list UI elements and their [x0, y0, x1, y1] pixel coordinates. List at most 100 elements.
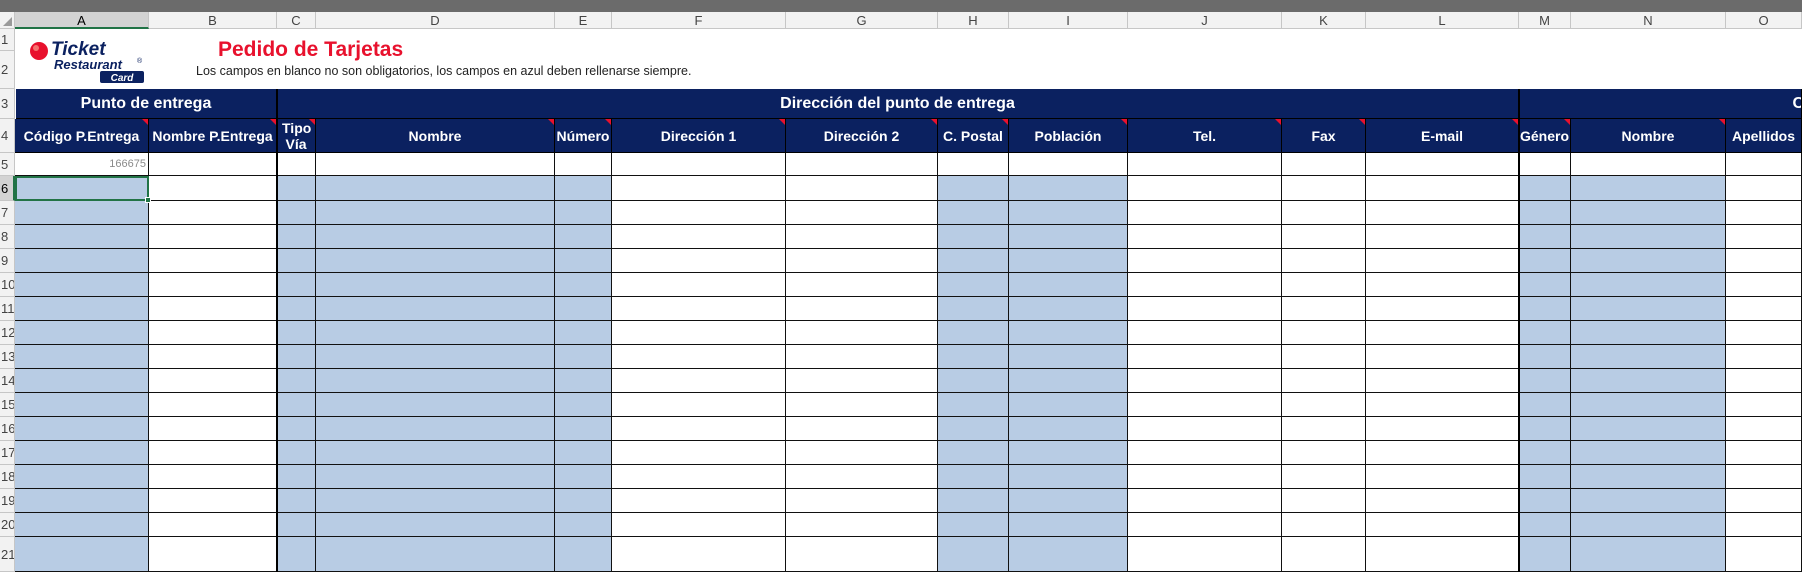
cell-c18[interactable] — [277, 465, 316, 489]
cell-j12[interactable] — [1128, 321, 1282, 345]
cell-e7[interactable] — [555, 201, 612, 225]
cell-o10[interactable] — [1726, 273, 1802, 297]
cell-g13[interactable] — [786, 345, 938, 369]
cell-n11[interactable] — [1571, 297, 1726, 321]
cell-i6[interactable] — [1009, 176, 1128, 201]
column-header-m[interactable]: M — [1519, 12, 1571, 29]
cell-n8[interactable] — [1571, 225, 1726, 249]
cell-d5[interactable] — [316, 153, 555, 176]
cell-h7[interactable] — [938, 201, 1009, 225]
cell-a5[interactable]: 166675 — [15, 153, 149, 176]
cell-d20[interactable] — [316, 513, 555, 537]
cell-c11[interactable] — [277, 297, 316, 321]
cell-j13[interactable] — [1128, 345, 1282, 369]
selected-cell[interactable] — [15, 176, 149, 201]
cell-g12[interactable] — [786, 321, 938, 345]
cell-b15[interactable] — [149, 393, 277, 417]
cell-m8[interactable] — [1519, 225, 1571, 249]
cell-n14[interactable] — [1571, 369, 1726, 393]
row-header-12[interactable]: 12 — [0, 321, 15, 345]
fill-handle[interactable] — [145, 197, 151, 203]
row-header-14[interactable]: 14 — [0, 369, 15, 393]
cell-b8[interactable] — [149, 225, 277, 249]
cell-k14[interactable] — [1282, 369, 1366, 393]
cell-b11[interactable] — [149, 297, 277, 321]
cell-b7[interactable] — [149, 201, 277, 225]
cell-h14[interactable] — [938, 369, 1009, 393]
column-header-d[interactable]: D — [316, 12, 555, 29]
cell-c13[interactable] — [277, 345, 316, 369]
cell-g11[interactable] — [786, 297, 938, 321]
cell-f11[interactable] — [612, 297, 786, 321]
cell-f18[interactable] — [612, 465, 786, 489]
cell-k19[interactable] — [1282, 489, 1366, 513]
cell-j18[interactable] — [1128, 465, 1282, 489]
column-header-b[interactable]: B — [149, 12, 277, 29]
cell-j11[interactable] — [1128, 297, 1282, 321]
cell-o16[interactable] — [1726, 417, 1802, 441]
cell-h21[interactable] — [938, 537, 1009, 572]
row-header-16[interactable]: 16 — [0, 417, 15, 441]
row-header-17[interactable]: 17 — [0, 441, 15, 465]
cell-n18[interactable] — [1571, 465, 1726, 489]
column-header-e[interactable]: E — [555, 12, 612, 29]
cell-e8[interactable] — [555, 225, 612, 249]
select-all-corner[interactable] — [0, 12, 15, 29]
cell-m16[interactable] — [1519, 417, 1571, 441]
cell-o5[interactable] — [1726, 153, 1802, 176]
cell-h5[interactable] — [938, 153, 1009, 176]
cell-b20[interactable] — [149, 513, 277, 537]
cell-c6[interactable] — [277, 176, 316, 201]
cell-d11[interactable] — [316, 297, 555, 321]
cell-d6[interactable] — [316, 176, 555, 201]
cell-j7[interactable] — [1128, 201, 1282, 225]
cell-c19[interactable] — [277, 489, 316, 513]
cell-d10[interactable] — [316, 273, 555, 297]
row-header-13[interactable]: 13 — [0, 345, 15, 369]
cell-e17[interactable] — [555, 441, 612, 465]
cell-j8[interactable] — [1128, 225, 1282, 249]
cell-i18[interactable] — [1009, 465, 1128, 489]
cell-e5[interactable] — [555, 153, 612, 176]
cell-o8[interactable] — [1726, 225, 1802, 249]
cell-l18[interactable] — [1366, 465, 1519, 489]
cell-f6[interactable] — [612, 176, 786, 201]
cell-d19[interactable] — [316, 489, 555, 513]
row-header-3[interactable]: 3 — [0, 89, 15, 119]
cell-b13[interactable] — [149, 345, 277, 369]
cell-k15[interactable] — [1282, 393, 1366, 417]
cell-f7[interactable] — [612, 201, 786, 225]
cell-l8[interactable] — [1366, 225, 1519, 249]
cell-g15[interactable] — [786, 393, 938, 417]
cell-b19[interactable] — [149, 489, 277, 513]
cell-j17[interactable] — [1128, 441, 1282, 465]
cell-o7[interactable] — [1726, 201, 1802, 225]
cell-f13[interactable] — [612, 345, 786, 369]
cell-c12[interactable] — [277, 321, 316, 345]
cell-h11[interactable] — [938, 297, 1009, 321]
row-header-4[interactable]: 4 — [0, 119, 15, 153]
cell-b5[interactable] — [149, 153, 277, 176]
cell-f9[interactable] — [612, 249, 786, 273]
cell-o19[interactable] — [1726, 489, 1802, 513]
cell-l13[interactable] — [1366, 345, 1519, 369]
cell-e18[interactable] — [555, 465, 612, 489]
cell-i19[interactable] — [1009, 489, 1128, 513]
cell-e10[interactable] — [555, 273, 612, 297]
cell-l6[interactable] — [1366, 176, 1519, 201]
cell-g6[interactable] — [786, 176, 938, 201]
cell-l5[interactable] — [1366, 153, 1519, 176]
column-header-j[interactable]: J — [1128, 12, 1282, 29]
cell-c9[interactable] — [277, 249, 316, 273]
cell-d13[interactable] — [316, 345, 555, 369]
cell-m5[interactable] — [1519, 153, 1571, 176]
cell-j9[interactable] — [1128, 249, 1282, 273]
cell-f14[interactable] — [612, 369, 786, 393]
column-header-n[interactable]: N — [1571, 12, 1726, 29]
cell-l21[interactable] — [1366, 537, 1519, 572]
cell-h18[interactable] — [938, 465, 1009, 489]
cell-i13[interactable] — [1009, 345, 1128, 369]
cell-m18[interactable] — [1519, 465, 1571, 489]
cell-c7[interactable] — [277, 201, 316, 225]
cell-i20[interactable] — [1009, 513, 1128, 537]
